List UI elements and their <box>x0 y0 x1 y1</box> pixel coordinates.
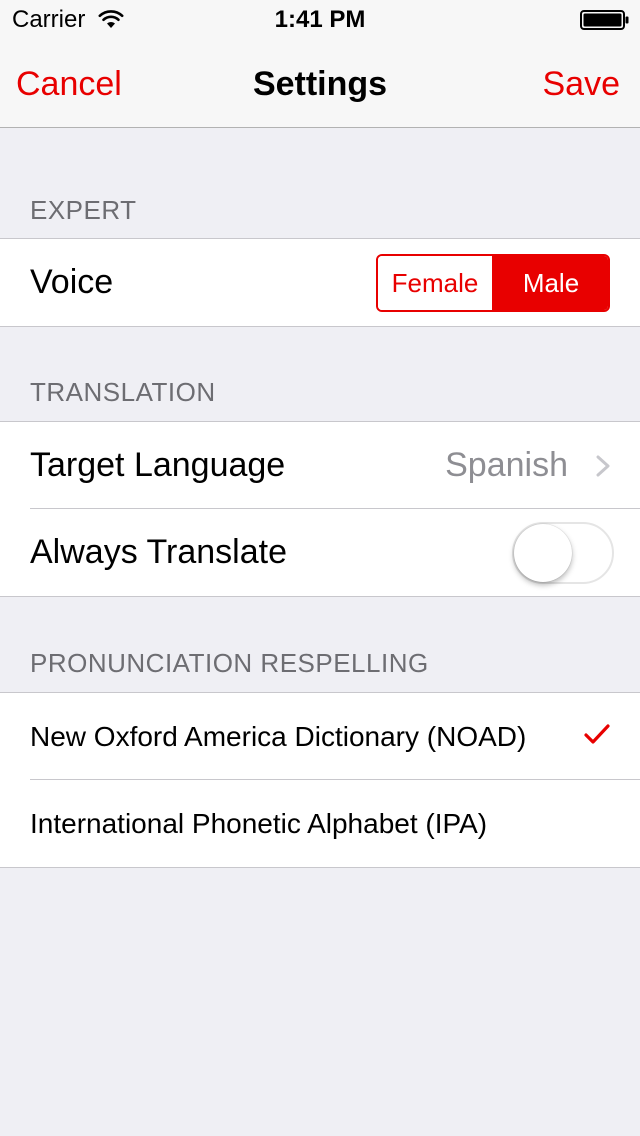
pronunciation-option-ipa[interactable]: International Phonetic Alphabet (IPA) <box>0 779 640 867</box>
expert-group: Voice Female Male <box>0 238 640 327</box>
navigation-bar: Cancel Settings Save <box>0 40 640 128</box>
pronunciation-group: New Oxford America Dictionary (NOAD) Int… <box>0 692 640 868</box>
always-translate-label: Always Translate <box>30 533 287 571</box>
pronunciation-option-noad[interactable]: New Oxford America Dictionary (NOAD) <box>0 693 640 780</box>
voice-option-male[interactable]: Male <box>492 256 608 310</box>
pronunciation-option-label: New Oxford America Dictionary (NOAD) <box>30 721 527 752</box>
always-translate-row: Always Translate <box>0 508 640 596</box>
voice-row: Voice Female Male <box>0 239 640 326</box>
always-translate-toggle[interactable] <box>512 522 614 584</box>
chevron-right-icon <box>596 455 610 477</box>
toggle-knob <box>514 524 572 582</box>
target-language-row[interactable]: Target Language Spanish <box>0 422 640 509</box>
voice-option-female[interactable]: Female <box>378 256 492 310</box>
section-header-translation: TRANSLATION <box>30 377 216 407</box>
checkmark-icon <box>584 724 610 744</box>
pronunciation-option-label: International Phonetic Alphabet (IPA) <box>30 808 488 839</box>
target-language-label: Target Language <box>30 446 286 484</box>
voice-label: Voice <box>30 263 114 301</box>
voice-segmented-control: Female Male <box>376 254 610 312</box>
translation-group: Target Language Spanish Always Translate <box>0 421 640 597</box>
save-button[interactable]: Save <box>543 64 621 104</box>
section-header-pronunciation: PRONUNCIATION RESPELLING <box>30 648 429 678</box>
battery-full-icon <box>580 10 629 30</box>
target-language-value: Spanish <box>445 446 568 484</box>
section-header-expert: EXPERT <box>30 195 137 225</box>
status-time: 1:41 PM <box>274 6 366 33</box>
status-bar: Carrier 1:41 PM <box>0 0 640 40</box>
cancel-button[interactable]: Cancel <box>16 64 122 104</box>
